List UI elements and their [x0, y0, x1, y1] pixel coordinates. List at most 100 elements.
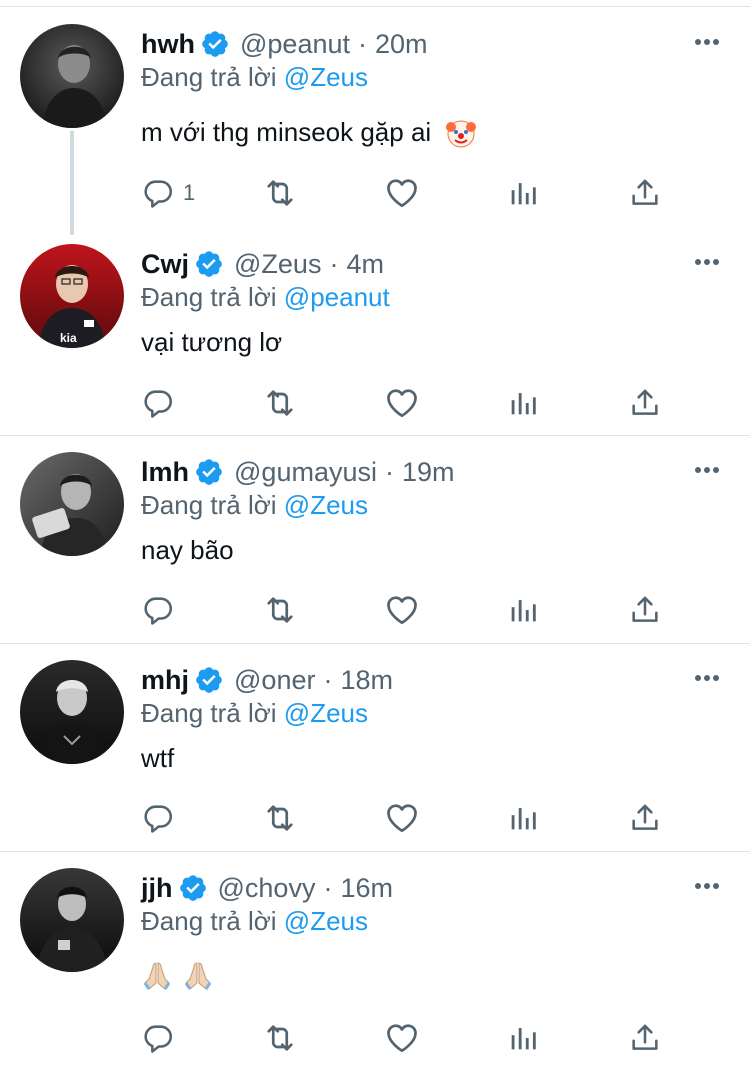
reply-button[interactable] — [141, 800, 183, 836]
user-handle[interactable]: @chovy — [218, 873, 316, 904]
replying-mention-link[interactable]: @Zeus — [284, 490, 368, 520]
retweet-button[interactable] — [262, 592, 298, 628]
analytics-button[interactable] — [506, 800, 540, 836]
more-options-icon[interactable] — [694, 258, 720, 266]
display-name[interactable]: hwh — [141, 29, 195, 60]
tweet-header: mhj @oner · 18m — [141, 662, 393, 698]
retweet-button[interactable] — [262, 385, 298, 421]
avatar[interactable] — [20, 452, 124, 556]
share-icon — [628, 176, 662, 210]
like-button[interactable] — [384, 592, 420, 628]
display-name[interactable]: lmh — [141, 457, 189, 488]
replying-mention-link[interactable]: @Zeus — [284, 62, 368, 92]
tweet-actions: 1 — [0, 175, 750, 211]
user-avatar-photo — [20, 24, 124, 128]
avatar[interactable] — [20, 24, 124, 128]
svg-text:kia: kia — [60, 331, 77, 345]
user-handle[interactable]: @oner — [234, 665, 315, 696]
replying-mention-link[interactable]: @peanut — [284, 282, 390, 312]
retweet-button[interactable] — [262, 800, 298, 836]
user-handle[interactable]: @Zeus — [234, 249, 321, 280]
top-divider — [0, 6, 750, 7]
tweet-text — [141, 958, 214, 991]
retweet-button[interactable] — [262, 1020, 298, 1056]
avatar[interactable] — [20, 660, 124, 764]
analytics-icon — [506, 1021, 540, 1055]
user-avatar-photo — [20, 868, 124, 972]
like-icon — [384, 800, 420, 836]
separator-dot: · — [358, 28, 367, 59]
more-options-icon[interactable] — [694, 466, 720, 474]
replying-mention-link[interactable]: @Zeus — [284, 698, 368, 728]
user-avatar-photo — [20, 452, 124, 556]
user-avatar-photo: kia — [20, 244, 124, 348]
display-name[interactable]: Cwj — [141, 249, 189, 280]
reply-button[interactable] — [141, 385, 183, 421]
timestamp[interactable]: 18m — [340, 665, 393, 696]
reply-button[interactable] — [141, 592, 183, 628]
replying-prefix: Đang trả lời — [141, 698, 277, 728]
user-handle[interactable]: @gumayusi — [234, 457, 377, 488]
analytics-button[interactable] — [506, 1020, 540, 1056]
like-button[interactable] — [384, 800, 420, 836]
timestamp[interactable]: 19m — [402, 457, 455, 488]
share-button[interactable] — [628, 592, 662, 628]
display-name[interactable]: mhj — [141, 665, 189, 696]
reply-icon — [141, 801, 175, 835]
retweet-icon — [262, 800, 298, 836]
retweet-button[interactable] — [262, 175, 298, 211]
tweet-text: m với thg minseok gặp ai — [141, 117, 477, 149]
share-button[interactable] — [628, 1020, 662, 1056]
more-options-icon[interactable] — [694, 38, 720, 46]
verified-badge-icon — [194, 457, 224, 487]
reply-icon — [141, 176, 175, 210]
separator-dot: · — [323, 664, 333, 695]
analytics-icon — [506, 176, 540, 210]
verified-badge-icon — [178, 873, 208, 903]
tweet-actions — [0, 1020, 750, 1056]
reply-icon — [141, 1021, 175, 1055]
like-icon — [384, 1020, 420, 1056]
reply-button[interactable]: 1 — [141, 175, 195, 211]
analytics-icon — [506, 801, 540, 835]
more-options-icon[interactable] — [694, 674, 720, 682]
separator-dot: · — [384, 456, 394, 487]
reply-icon — [141, 386, 175, 420]
replying-to: Đang trả lời @Zeus — [141, 906, 368, 937]
tweet-actions — [0, 592, 750, 628]
analytics-icon — [506, 386, 540, 420]
like-button[interactable] — [384, 1020, 420, 1056]
timestamp[interactable]: 4m — [346, 249, 384, 280]
analytics-icon — [506, 593, 540, 627]
tweet-actions — [0, 385, 750, 421]
reply-button[interactable] — [141, 1020, 183, 1056]
replying-prefix: Đang trả lời — [141, 62, 277, 92]
folded-hands-emoji-icon — [184, 962, 212, 990]
more-options-icon[interactable] — [694, 882, 720, 890]
tweet-divider — [0, 643, 750, 644]
like-button[interactable] — [384, 175, 420, 211]
tweet-header: hwh @peanut · 20m — [141, 26, 428, 62]
avatar[interactable]: kia — [20, 244, 124, 348]
display-name[interactable]: jjh — [141, 873, 173, 904]
share-button[interactable] — [628, 175, 662, 211]
analytics-button[interactable] — [506, 175, 540, 211]
tweet-text-content: m với thg minseok gặp ai — [141, 117, 432, 147]
like-button[interactable] — [384, 385, 420, 421]
reply-count: 1 — [183, 180, 196, 205]
timestamp[interactable]: 16m — [340, 873, 393, 904]
tweet-header: jjh @chovy · 16m — [141, 870, 393, 906]
retweet-icon — [262, 592, 298, 628]
avatar[interactable] — [20, 868, 124, 972]
share-button[interactable] — [628, 800, 662, 836]
retweet-icon — [262, 385, 298, 421]
share-icon — [628, 593, 662, 627]
replying-to: Đang trả lời @Zeus — [141, 698, 368, 729]
user-handle[interactable]: @peanut — [240, 29, 350, 60]
analytics-button[interactable] — [506, 385, 540, 421]
share-icon — [628, 1021, 662, 1055]
replying-mention-link[interactable]: @Zeus — [284, 906, 368, 936]
analytics-button[interactable] — [506, 592, 540, 628]
timestamp[interactable]: 20m — [375, 29, 428, 60]
share-button[interactable] — [628, 385, 662, 421]
